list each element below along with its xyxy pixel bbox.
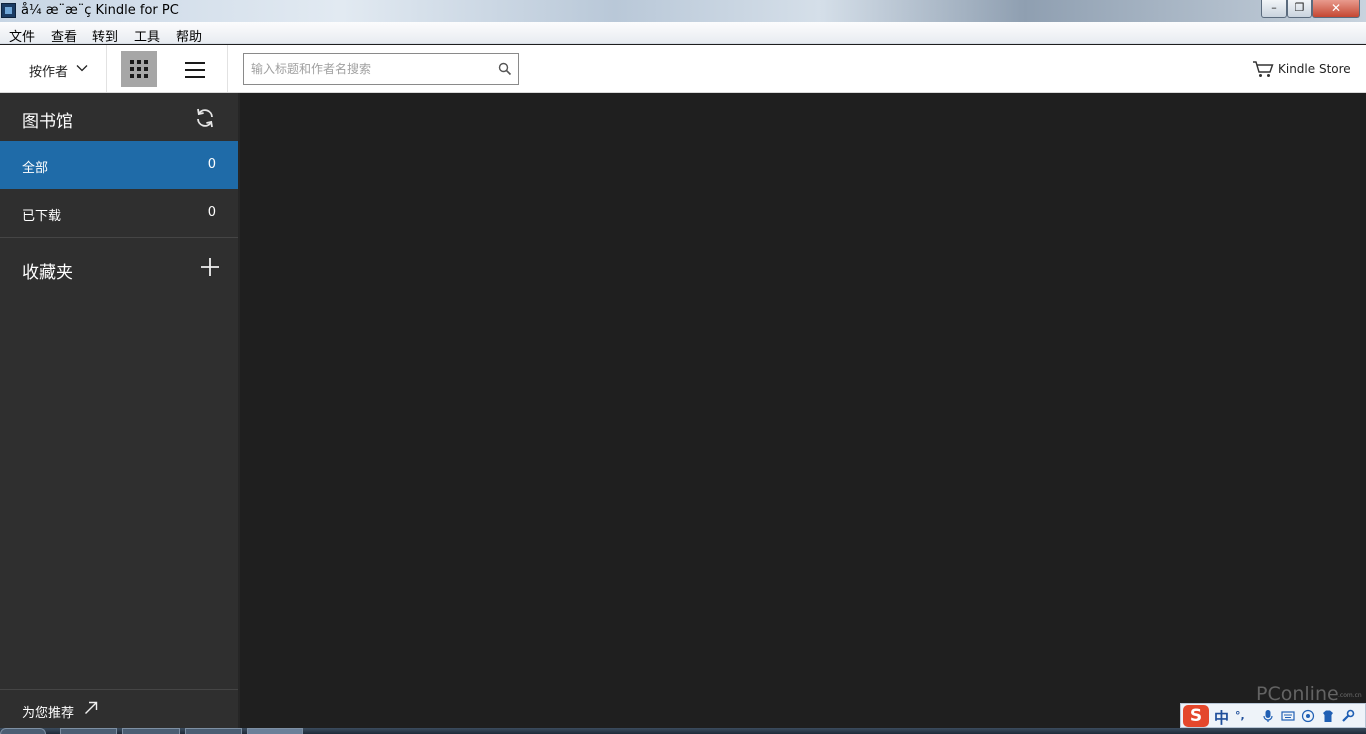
taskbar-app-button[interactable] — [122, 728, 180, 734]
sidebar-item-all[interactable]: 全部 0 — [0, 141, 238, 189]
grid-icon — [130, 60, 148, 78]
watermark-sub: .com.cn — [1338, 692, 1362, 699]
search-input[interactable] — [251, 60, 491, 78]
sidebar-item-downloaded[interactable]: 已下载 0 — [0, 189, 238, 237]
external-link-icon — [85, 701, 98, 714]
search-box — [243, 53, 519, 85]
sync-icon[interactable] — [193, 106, 217, 130]
sort-dropdown[interactable]: 按作者 — [0, 45, 107, 92]
maximize-button[interactable]: ❐ — [1287, 0, 1312, 18]
sort-label: 按作者 — [29, 65, 69, 80]
recommended-for-you-link[interactable]: 为您推荐 — [0, 693, 238, 729]
sidebar-item-label: 已下载 — [22, 209, 62, 224]
kindle-store-label: Kindle Store — [1278, 62, 1351, 76]
menu-goto[interactable]: 转到 — [92, 26, 118, 45]
window-title-bar: å¼ æ¨æ¨ç Kindle for PC – ❐ ✕ — [0, 0, 1366, 22]
minimize-button[interactable]: – — [1261, 0, 1287, 18]
skin-icon[interactable] — [1301, 709, 1315, 723]
microphone-icon[interactable] — [1261, 709, 1275, 723]
shopping-cart-icon — [1253, 61, 1274, 77]
library-sidebar: 图书馆 全部 0 已下载 0 收藏夹 为您推荐 — [0, 93, 240, 734]
os-taskbar — [0, 728, 1366, 734]
menu-file[interactable]: 文件 — [9, 26, 35, 45]
library-header: 图书馆 — [0, 93, 238, 141]
sidebar-item-label: 全部 — [22, 161, 49, 176]
menu-view[interactable]: 查看 — [51, 26, 77, 45]
wrench-icon[interactable] — [1341, 709, 1355, 723]
start-orb[interactable] — [0, 728, 46, 734]
grid-view-button[interactable] — [121, 51, 157, 87]
list-icon — [185, 62, 205, 78]
menu-bar: 文件 查看 转到 工具 帮助 — [0, 22, 1366, 45]
sidebar-divider — [0, 237, 238, 238]
watermark-text: PConline — [1256, 683, 1339, 705]
taskbar-app-button[interactable] — [60, 728, 117, 734]
taskbar-app-button[interactable] — [185, 728, 242, 734]
chevron-down-icon — [76, 65, 88, 72]
library-content-area — [240, 93, 1366, 728]
list-view-button[interactable] — [176, 51, 214, 87]
ime-mode-toggle[interactable]: 中 — [1214, 707, 1229, 728]
upload-shirt-icon[interactable] — [1321, 709, 1335, 723]
add-collection-icon[interactable] — [200, 257, 220, 277]
menu-help[interactable]: 帮助 — [176, 26, 202, 45]
window-title: å¼ æ¨æ¨ç Kindle for PC — [21, 3, 179, 18]
sogou-ime-logo[interactable]: S — [1183, 705, 1209, 727]
close-button[interactable]: ✕ — [1312, 0, 1360, 18]
keyboard-icon[interactable] — [1281, 709, 1295, 723]
sidebar-bottom-divider — [0, 689, 238, 690]
search-icon[interactable] — [498, 62, 512, 76]
library-title: 图书馆 — [22, 112, 73, 132]
favorites-title: 收藏夹 — [22, 263, 73, 283]
ime-toolbar: S 中 °, — [1180, 703, 1366, 728]
toolbar: 按作者 Kindle Store — [0, 45, 1366, 93]
sidebar-item-count: 0 — [207, 205, 216, 220]
ime-punctuation-toggle[interactable]: °, — [1235, 709, 1245, 722]
favorites-header: 收藏夹 — [0, 243, 238, 293]
sidebar-item-count: 0 — [207, 157, 216, 172]
recommend-label: 为您推荐 — [22, 706, 75, 721]
taskbar-app-button-active[interactable] — [247, 728, 303, 734]
menu-tools[interactable]: 工具 — [134, 26, 160, 45]
pconline-watermark: PConline .com.cn — [1254, 672, 1364, 706]
toolbar-divider — [227, 45, 228, 92]
kindle-app-icon — [1, 3, 16, 18]
